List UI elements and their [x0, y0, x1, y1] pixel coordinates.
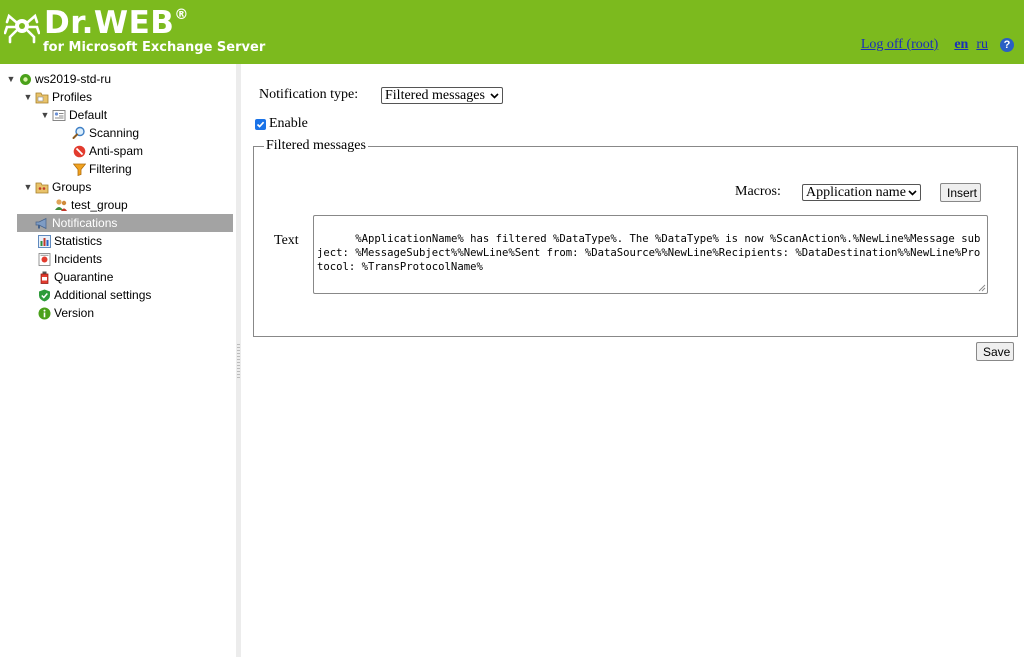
magnifier-icon	[72, 126, 86, 140]
enable-checkbox[interactable]	[255, 118, 266, 130]
tree-item-default[interactable]: ▼ Default	[40, 106, 108, 124]
expand-arrow-icon[interactable]: ▼	[6, 74, 16, 84]
notification-settings-panel: Notification type: Filtered messages Ena…	[241, 64, 1024, 657]
server-icon	[18, 72, 32, 86]
insert-macro-button[interactable]: Insert	[940, 183, 981, 202]
tree-label: Incidents	[54, 252, 103, 266]
tree-label: ws2019-std-ru	[35, 72, 112, 86]
tree-label: Notifications	[52, 216, 118, 230]
tree-label: Filtering	[89, 162, 132, 176]
app-header: Dr.WEB® for Microsoft Exchange Server Lo…	[0, 0, 1024, 64]
profile-card-icon	[52, 108, 66, 122]
lang-ru-link[interactable]: ru	[976, 37, 988, 53]
fieldset-legend: Filtered messages	[264, 138, 368, 154]
chevron-down-icon	[908, 189, 917, 196]
logoff-link[interactable]: Log off (root)	[861, 37, 939, 53]
save-button[interactable]: Save	[976, 342, 1014, 361]
tree-label: Statistics	[54, 234, 103, 248]
splitter-grip-icon[interactable]	[237, 344, 240, 380]
brand-name: Dr.WEB®	[44, 5, 189, 41]
enable-label: Enable	[269, 116, 308, 131]
tree-item-groups[interactable]: ▼ Groups	[23, 178, 92, 196]
tree-item-scanning[interactable]: Scanning	[70, 124, 139, 142]
product-name: for Microsoft Exchange Server	[43, 40, 266, 55]
tree-label: Additional settings	[54, 288, 152, 302]
info-icon	[37, 306, 51, 320]
notification-type-select[interactable]: Filtered messages	[381, 87, 503, 104]
lang-en-link[interactable]: en	[954, 37, 968, 53]
notification-text-area[interactable]: %ApplicationName% has filtered %DataType…	[313, 215, 988, 294]
megaphone-icon	[35, 216, 49, 230]
macros-label: Macros:	[735, 184, 781, 199]
bar-chart-icon	[37, 234, 51, 248]
tree-item-notifications[interactable]: Notifications	[17, 214, 233, 232]
tree-item-statistics[interactable]: Statistics	[35, 232, 102, 250]
tree-label: Version	[54, 306, 95, 320]
notification-type-label: Notification type:	[259, 87, 359, 102]
tree-item-incidents[interactable]: Incidents	[35, 250, 102, 268]
tree-item-version[interactable]: Version	[35, 304, 94, 322]
header-links: Log off (root) en ru ?	[861, 37, 1014, 53]
tree-label: Groups	[52, 180, 92, 194]
help-icon[interactable]: ?	[1000, 38, 1014, 52]
expand-arrow-icon[interactable]: ▼	[23, 92, 33, 102]
tree-item-filtering[interactable]: Filtering	[70, 160, 132, 178]
quarantine-bottle-icon	[37, 270, 51, 284]
tree-label: Scanning	[89, 126, 140, 140]
tree-label: test_group	[71, 198, 128, 212]
group-folder-icon	[35, 180, 49, 194]
spider-logo-icon	[4, 13, 40, 44]
users-icon	[54, 198, 68, 212]
notification-text-value: %ApplicationName% has filtered %DataType…	[317, 233, 981, 273]
incident-report-icon	[37, 252, 51, 266]
folder-icon	[35, 90, 49, 104]
tree-label: Quarantine	[54, 270, 114, 284]
expand-arrow-icon[interactable]: ▼	[40, 110, 50, 120]
tree-item-test-group[interactable]: test_group	[52, 196, 128, 214]
tree-item-antispam[interactable]: Anti-spam	[70, 142, 143, 160]
navigation-tree: ▼ ws2019-std-ru ▼ Profiles ▼ Default Sca…	[0, 64, 236, 657]
tree-item-quarantine[interactable]: Quarantine	[35, 268, 113, 286]
tree-label: Default	[69, 108, 108, 122]
tree-label: Profiles	[52, 90, 93, 104]
enable-row: Enable	[255, 116, 308, 132]
expand-arrow-icon[interactable]: ▼	[23, 182, 33, 192]
filtered-messages-fieldset: Filtered messages Macros: Application na…	[253, 138, 1018, 337]
funnel-icon	[72, 162, 86, 176]
text-label: Text	[274, 233, 299, 248]
chevron-down-icon	[490, 92, 499, 99]
macros-value: Application name	[806, 184, 906, 200]
tree-item-server[interactable]: ▼ ws2019-std-ru	[6, 70, 112, 88]
shield-check-icon	[37, 288, 51, 302]
tree-label: Anti-spam	[89, 144, 144, 158]
macros-select[interactable]: Application name	[802, 184, 921, 201]
notification-type-value: Filtered messages	[385, 87, 485, 103]
resize-grip-icon[interactable]	[978, 284, 986, 292]
tree-item-additional-settings[interactable]: Additional settings	[35, 286, 151, 304]
tree-item-profiles[interactable]: ▼ Profiles	[23, 88, 92, 106]
no-entry-icon	[72, 144, 86, 158]
